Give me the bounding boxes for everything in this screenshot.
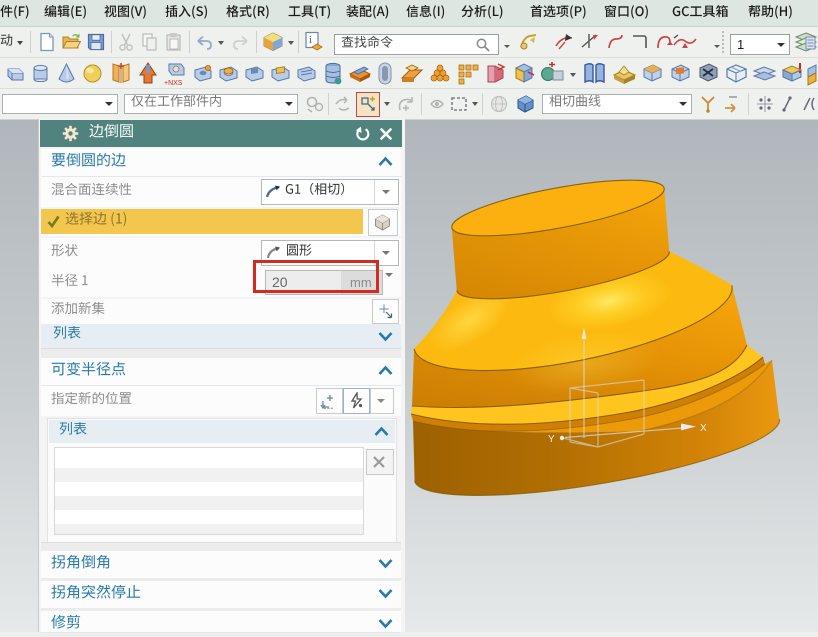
svg-text:i: i xyxy=(309,35,312,46)
svg-text:Y: Y xyxy=(548,434,555,445)
svg-text:+NXS: +NXS xyxy=(164,80,183,87)
svg-text:X: X xyxy=(700,423,707,434)
